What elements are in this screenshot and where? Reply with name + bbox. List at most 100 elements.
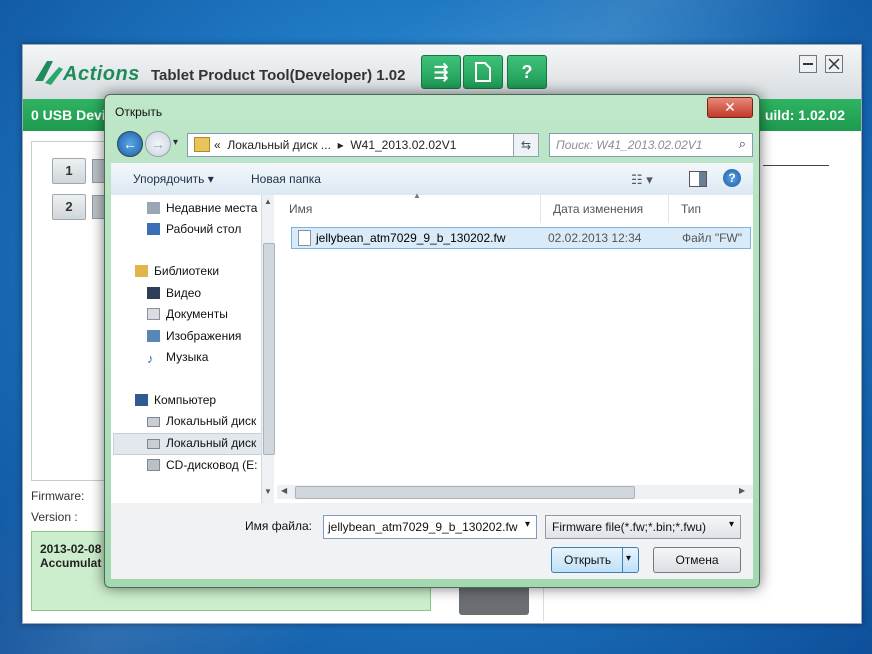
log-line-1: 2013-02-08 bbox=[40, 542, 102, 556]
forward-arrow-icon: → bbox=[151, 136, 165, 152]
right-underline bbox=[763, 165, 829, 166]
column-header-name[interactable]: Имя bbox=[277, 195, 541, 223]
sort-ascending-icon: ▲ bbox=[413, 191, 421, 200]
drive-icon bbox=[147, 439, 160, 449]
device-slot-1[interactable]: 1 bbox=[52, 158, 86, 184]
file-list-hscrollbar[interactable]: ◀ ▶ bbox=[277, 485, 753, 499]
open-button-divider bbox=[622, 548, 623, 572]
nav-item-label: Изображения bbox=[166, 329, 242, 343]
open-dropdown-icon[interactable]: ▾ bbox=[626, 553, 631, 564]
navigation-tree: Недавние места Рабочий стол Библиотеки В… bbox=[111, 195, 272, 503]
drive-icon bbox=[147, 417, 160, 427]
dialog-title: Открыть bbox=[115, 105, 163, 119]
nav-scrollbar[interactable]: ▲ ▼ bbox=[261, 195, 275, 503]
back-button[interactable]: ← bbox=[117, 131, 143, 157]
refresh-button[interactable]: ⇆ bbox=[513, 133, 539, 157]
nav-item-label: Видео bbox=[166, 286, 202, 300]
minimize-button[interactable] bbox=[799, 55, 817, 73]
file-type-filter[interactable]: Firmware file(*.fw;*.bin;*.fwu) ▾ bbox=[545, 515, 741, 539]
file-icon bbox=[298, 230, 311, 246]
file-list: Имя ▲ Дата изменения Тип jellybean_atm70… bbox=[277, 191, 753, 503]
nav-item-label: Музыка bbox=[166, 350, 209, 364]
column-header-date[interactable]: Дата изменения bbox=[541, 195, 669, 223]
refresh-icon: ⇆ bbox=[520, 138, 532, 152]
file-list-hscroll-thumb[interactable] bbox=[295, 486, 635, 499]
filename-label: Имя файла: bbox=[245, 519, 312, 533]
nav-item-label: Рабочий стол bbox=[166, 222, 242, 236]
open-button[interactable]: Открыть ▾ bbox=[551, 547, 639, 573]
search-box[interactable]: Поиск: W41_2013.02.02V1 ⌕ bbox=[549, 133, 753, 157]
actions-logo-icon bbox=[35, 61, 63, 85]
address-separator-icon: ▸ bbox=[337, 138, 344, 152]
app-title: Tablet Product Tool(Developer) 1.02 bbox=[151, 67, 406, 84]
filename-input[interactable]: jellybean_atm7029_9_b_130202.fw ▾ bbox=[323, 515, 537, 539]
cd-drive-icon bbox=[147, 459, 160, 471]
scroll-right-icon[interactable]: ▶ bbox=[739, 486, 745, 495]
help-icon: ? bbox=[521, 62, 533, 82]
nav-item-label: Локальный диск bbox=[166, 414, 257, 428]
nav-item-computer[interactable]: Компьютер bbox=[135, 393, 275, 407]
usb-icon: ⇶ bbox=[433, 62, 449, 82]
organize-button[interactable]: Упорядочить ▾ bbox=[133, 172, 214, 186]
address-segment-1[interactable]: Локальный диск ... bbox=[227, 138, 331, 152]
nav-item-label: Документы bbox=[166, 307, 228, 321]
search-placeholder: Поиск: W41_2013.02.02V1 bbox=[556, 138, 703, 152]
scroll-down-icon[interactable]: ▼ bbox=[264, 487, 272, 496]
filter-value: Firmware file(*.fw;*.bin;*.fwu) bbox=[552, 520, 707, 534]
open-file-dialog: Открыть ✕ ← → ▾ « Локальный диск ... ▸ W… bbox=[104, 94, 760, 588]
scroll-left-icon[interactable]: ◀ bbox=[281, 486, 287, 495]
nav-item-label: Компьютер bbox=[154, 393, 217, 407]
nav-item-local-disk-1[interactable]: Локальный диск bbox=[147, 414, 259, 428]
document-icon bbox=[475, 62, 491, 82]
nav-item-libraries[interactable]: Библиотеки bbox=[135, 264, 275, 278]
address-segment-2[interactable]: W41_2013.02.02V1 bbox=[350, 138, 456, 152]
address-path: « Локальный диск ... ▸ W41_2013.02.02V1 bbox=[214, 138, 456, 152]
nav-item-label: Библиотеки bbox=[154, 264, 220, 278]
address-bar[interactable]: « Локальный диск ... ▸ W41_2013.02.02V1 … bbox=[187, 133, 539, 157]
close-icon bbox=[828, 58, 840, 70]
dialog-footer: Имя файла: jellybean_atm7029_9_b_130202.… bbox=[111, 503, 753, 579]
minimize-icon bbox=[803, 63, 813, 65]
file-date: 02.02.2013 12:34 bbox=[548, 231, 642, 245]
nav-scroll-thumb[interactable] bbox=[263, 243, 275, 455]
nav-item-cd-drive[interactable]: CD-дисковод (E: bbox=[147, 458, 259, 472]
documents-icon bbox=[147, 308, 160, 320]
dialog-close-button[interactable]: ✕ bbox=[707, 97, 753, 118]
new-folder-button[interactable]: Новая папка bbox=[251, 172, 321, 186]
help-button[interactable]: ? bbox=[507, 55, 547, 89]
history-dropdown-icon[interactable]: ▾ bbox=[173, 137, 178, 148]
logo-text: Actions bbox=[63, 63, 140, 85]
file-name: jellybean_atm7029_9_b_130202.fw bbox=[316, 231, 506, 245]
usb-button[interactable]: ⇶ bbox=[421, 55, 461, 89]
nav-item-label: Локальный диск bbox=[166, 436, 257, 450]
document-button[interactable] bbox=[463, 55, 503, 89]
search-icon[interactable]: ⌕ bbox=[739, 136, 746, 152]
cancel-button[interactable]: Отмена bbox=[653, 547, 741, 573]
nav-item-local-disk-2[interactable]: Локальный диск bbox=[147, 436, 259, 450]
help-icon[interactable]: ? bbox=[723, 169, 741, 187]
folder-icon bbox=[194, 137, 210, 152]
device-slot-2[interactable]: 2 bbox=[52, 194, 86, 220]
images-icon bbox=[147, 330, 160, 342]
log-text: 2013-02-08 Accumulat bbox=[40, 542, 101, 570]
music-icon: ♪ bbox=[147, 351, 154, 364]
filename-value: jellybean_atm7029_9_b_130202.fw bbox=[328, 520, 518, 534]
close-app-button[interactable] bbox=[825, 55, 843, 73]
forward-button[interactable]: → bbox=[145, 131, 171, 157]
filename-dropdown-icon[interactable]: ▾ bbox=[525, 519, 530, 530]
address-prefix: « bbox=[214, 138, 221, 152]
computer-icon bbox=[135, 394, 148, 406]
dialog-body: Недавние места Рабочий стол Библиотеки В… bbox=[111, 191, 753, 503]
column-header-type[interactable]: Тип bbox=[669, 195, 753, 223]
scroll-up-icon[interactable]: ▲ bbox=[264, 197, 272, 206]
open-button-label: Открыть bbox=[564, 553, 612, 567]
file-row[interactable]: jellybean_atm7029_9_b_130202.fw 02.02.20… bbox=[291, 227, 751, 249]
nav-item-label: Недавние места bbox=[166, 201, 258, 215]
view-options-icon[interactable]: ☷ ▾ bbox=[631, 172, 653, 188]
libraries-icon bbox=[135, 265, 148, 277]
close-icon: ✕ bbox=[724, 99, 736, 115]
app-title-bar: Actions Tablet Product Tool(Developer) 1… bbox=[23, 45, 861, 100]
video-icon bbox=[147, 287, 160, 299]
version-label: Version : bbox=[31, 510, 78, 524]
preview-pane-icon[interactable] bbox=[689, 171, 707, 187]
